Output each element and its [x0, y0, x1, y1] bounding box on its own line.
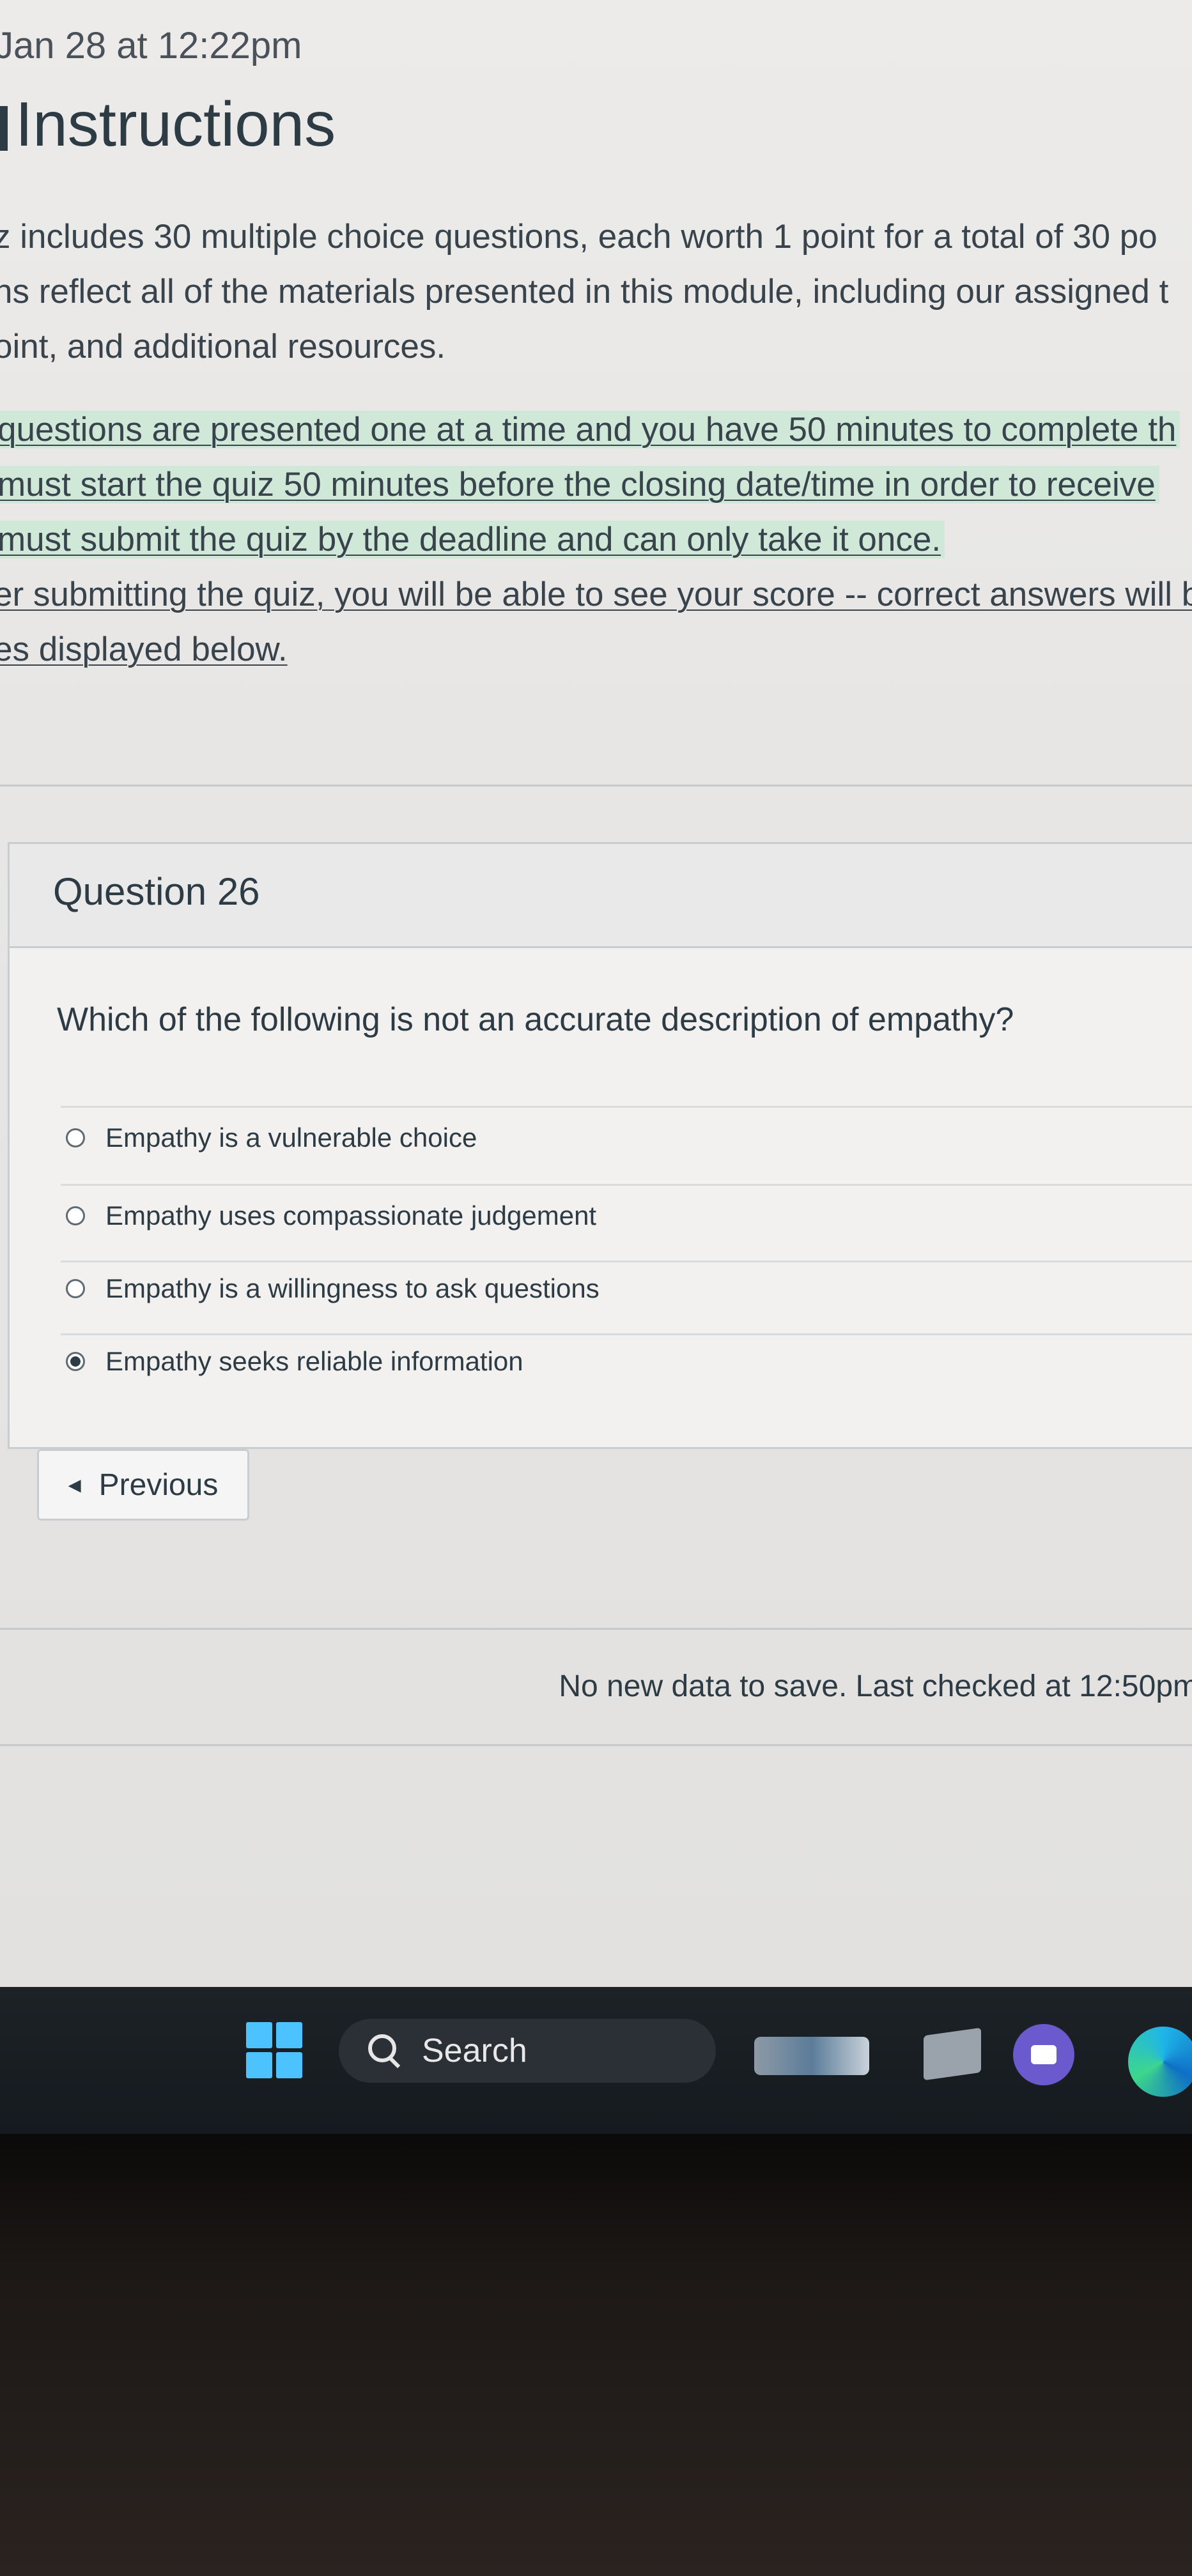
- windows-taskbar: Search: [0, 1987, 1192, 2134]
- search-icon: [366, 2032, 404, 2070]
- highlight-text: must submit the quiz by the deadline and…: [0, 521, 945, 558]
- footer-divider: [0, 1628, 1192, 1630]
- previous-label: Previous: [98, 1468, 219, 1502]
- logo-tile: [276, 2022, 302, 2048]
- answer-divider: [61, 1106, 1192, 1108]
- answer-option[interactable]: Empathy is a vulnerable choice: [66, 1112, 477, 1163]
- monitor-bezel: [0, 2134, 1192, 2576]
- browser-screen: Jan 28 at 12:22pm Instructions z include…: [0, 0, 1192, 1987]
- logo-tile: [246, 2052, 272, 2078]
- radio-button-selected[interactable]: [66, 1352, 85, 1371]
- highlighted-line: questions are presented one at a time an…: [0, 402, 1192, 457]
- answer-option[interactable]: Empathy uses compassionate judgement: [66, 1190, 596, 1241]
- file-explorer-icon[interactable]: [924, 2027, 981, 2081]
- answer-divider: [61, 1184, 1192, 1186]
- answer-divider: [61, 1261, 1192, 1262]
- footer-divider: [0, 1744, 1192, 1746]
- answer-label: Empathy uses compassionate judgement: [105, 1200, 597, 1230]
- video-meeting-icon[interactable]: [1013, 2024, 1074, 2085]
- instructions-heading: Instructions: [0, 88, 336, 160]
- edge-browser-icon[interactable]: [1128, 2027, 1192, 2097]
- radio-button[interactable]: [66, 1279, 85, 1298]
- highlighted-line: er submitting the quiz, you will be able…: [0, 567, 1192, 622]
- answer-option-selected[interactable]: Empathy seeks reliable information: [66, 1336, 523, 1387]
- instructions-paragraph: z includes 30 multiple choice questions,…: [0, 210, 1168, 374]
- answer-label: Empathy seeks reliable information: [105, 1346, 523, 1376]
- highlight-text: must start the quiz 50 minutes before th…: [0, 466, 1159, 503]
- highlighted-instructions: questions are presented one at a time an…: [0, 402, 1192, 677]
- save-status-text: No new data to save. Last checked at 12:…: [559, 1669, 1192, 1703]
- instruction-line: oint, and additional resources.: [0, 328, 446, 365]
- chevron-left-icon: ◀: [68, 1475, 81, 1494]
- taskbar-search[interactable]: Search: [339, 2019, 716, 2083]
- highlighted-line: es displayed below.: [0, 622, 1192, 677]
- section-divider: [0, 785, 1192, 786]
- windows-start-icon[interactable]: [246, 2022, 302, 2078]
- radio-button[interactable]: [66, 1206, 85, 1225]
- highlight-text: questions are presented one at a time an…: [0, 411, 1180, 448]
- highlighted-line: must start the quiz 50 minutes before th…: [0, 457, 1192, 512]
- instructions-title: Instructions: [15, 89, 336, 159]
- instruction-line: z includes 30 multiple choice questions,…: [0, 218, 1157, 256]
- radio-button[interactable]: [66, 1128, 85, 1147]
- due-date-text: Jan 28 at 12:22pm: [0, 25, 302, 66]
- answer-label: Empathy is a willingness to ask question…: [105, 1273, 600, 1303]
- logo-tile: [276, 2052, 302, 2078]
- answer-label: Empathy is a vulnerable choice: [105, 1123, 477, 1153]
- answer-divider: [61, 1333, 1192, 1335]
- question-title: Question 26: [53, 870, 260, 913]
- answer-option[interactable]: Empathy is a willingness to ask question…: [66, 1263, 600, 1314]
- highlighted-line: must submit the quiz by the deadline and…: [0, 512, 1192, 567]
- question-header: Question 26: [10, 844, 1192, 948]
- highlight-text: es displayed below.: [0, 631, 288, 668]
- highlight-text: er submitting the quiz, you will be able…: [0, 576, 1192, 613]
- widgets-icon[interactable]: [754, 2037, 869, 2075]
- logo-tile: [246, 2022, 272, 2048]
- search-label: Search: [422, 2032, 527, 2069]
- heading-marker: [0, 106, 8, 151]
- instruction-line: ns reflect all of the materials presente…: [0, 273, 1169, 310]
- question-text: Which of the following is not an accurat…: [57, 1001, 1014, 1038]
- previous-button[interactable]: ◀ Previous: [37, 1449, 249, 1521]
- question-card: Question 26 Which of the following is no…: [8, 842, 1192, 1449]
